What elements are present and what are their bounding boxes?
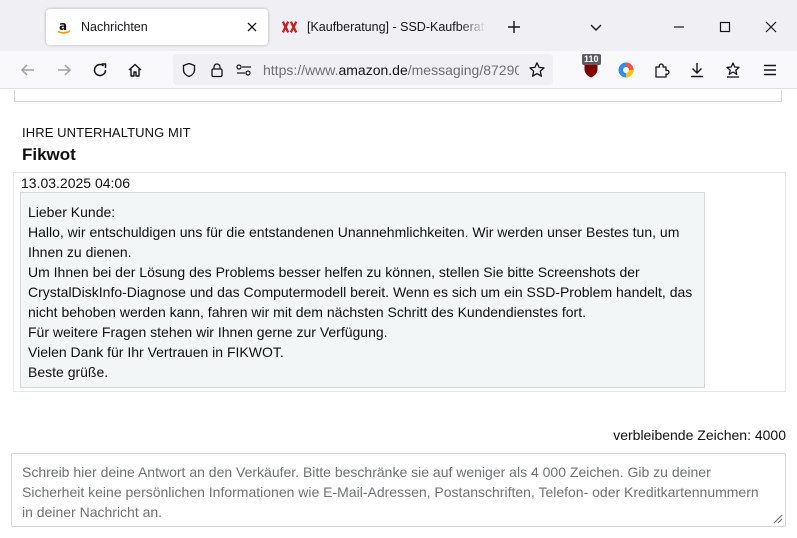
minimize-icon[interactable] [665, 13, 693, 41]
bookmarks-star-list-icon[interactable] [719, 56, 747, 84]
url-bar[interactable]: https://www.amazon.de/messaging/87290 [173, 54, 553, 85]
permissions-sliders-icon[interactable] [235, 61, 253, 79]
tab-strip: a Nachrichten [Kaufberatung] - SSD-Kaufb… [0, 0, 797, 51]
message-line: Lieber Kunde: [28, 204, 116, 220]
hamburger-menu-icon[interactable] [756, 56, 784, 84]
tab-kaufberatung[interactable]: [Kaufberatung] - SSD-Kaufberatung [272, 9, 486, 45]
extension-badge-count: 110 [582, 54, 601, 65]
amazon-icon: a [56, 19, 72, 35]
tab-title: [Kaufberatung] - SSD-Kaufberatung [307, 20, 486, 34]
close-window-icon[interactable] [757, 13, 785, 41]
bookmark-star-icon[interactable] [528, 61, 546, 79]
message-bubble: Lieber Kunde: Hallo, wir entschuldigen u… [20, 192, 705, 388]
lock-icon[interactable] [208, 61, 226, 79]
xx-forum-icon [282, 19, 298, 35]
back-arrow-icon[interactable] [14, 56, 42, 84]
message-line: Vielen Dank für Ihr Vertrauen in FIKWOT. [28, 344, 284, 360]
message-date: 13.03.2025 04:06 [21, 175, 130, 191]
message-line: Um Ihnen bei der Lösung des Problems bes… [28, 264, 693, 320]
url-path: /messaging/87290 [407, 62, 519, 78]
reload-icon[interactable] [86, 56, 114, 84]
url-prefix: https://www. [263, 62, 339, 78]
close-tab-icon[interactable] [240, 15, 264, 39]
navigation-toolbar: https://www.amazon.de/messaging/87290 11… [0, 51, 797, 89]
message-container: 13.03.2025 04:06 Lieber Kunde: Hallo, wi… [13, 172, 786, 392]
remaining-characters: verbleibende Zeichen: 4000 [613, 427, 786, 443]
resize-handle-icon[interactable] [771, 512, 783, 524]
seller-name: Fikwot [22, 145, 76, 164]
url-domain: amazon.de [338, 62, 408, 78]
forward-arrow-icon[interactable] [50, 56, 78, 84]
home-icon[interactable] [121, 56, 149, 84]
message-line: Beste grüße. [28, 364, 109, 380]
reply-textarea[interactable]: Schreib hier deine Antwort an den Verkäu… [11, 453, 786, 527]
reply-placeholder: Schreib hier deine Antwort an den Verkäu… [22, 464, 759, 520]
extensions-puzzle-icon[interactable] [648, 56, 676, 84]
previous-content-box [14, 90, 782, 102]
message-line: Hallo, wir entschuldigen uns für die ent… [28, 224, 680, 260]
tab-nachrichten[interactable]: a Nachrichten [46, 9, 268, 45]
message-line: Für weitere Fragen stehen wir Ihnen gern… [28, 324, 388, 340]
maximize-icon[interactable] [711, 13, 739, 41]
svg-text:a: a [59, 19, 67, 33]
new-tab-plus-icon[interactable] [500, 13, 528, 41]
list-tabs-chevron-down-icon[interactable] [582, 13, 610, 41]
shield-icon[interactable] [180, 61, 198, 79]
color-extension-icon[interactable] [612, 56, 640, 84]
url-text[interactable]: https://www.amazon.de/messaging/87290 [263, 62, 519, 78]
conversation-label: IHRE UNTERHALTUNG MIT [22, 125, 191, 140]
downloads-arrow-icon[interactable] [683, 56, 711, 84]
tab-title: Nachrichten [81, 20, 148, 34]
page-content: IHRE UNTERHALTUNG MIT Fikwot 13.03.2025 … [0, 90, 797, 538]
